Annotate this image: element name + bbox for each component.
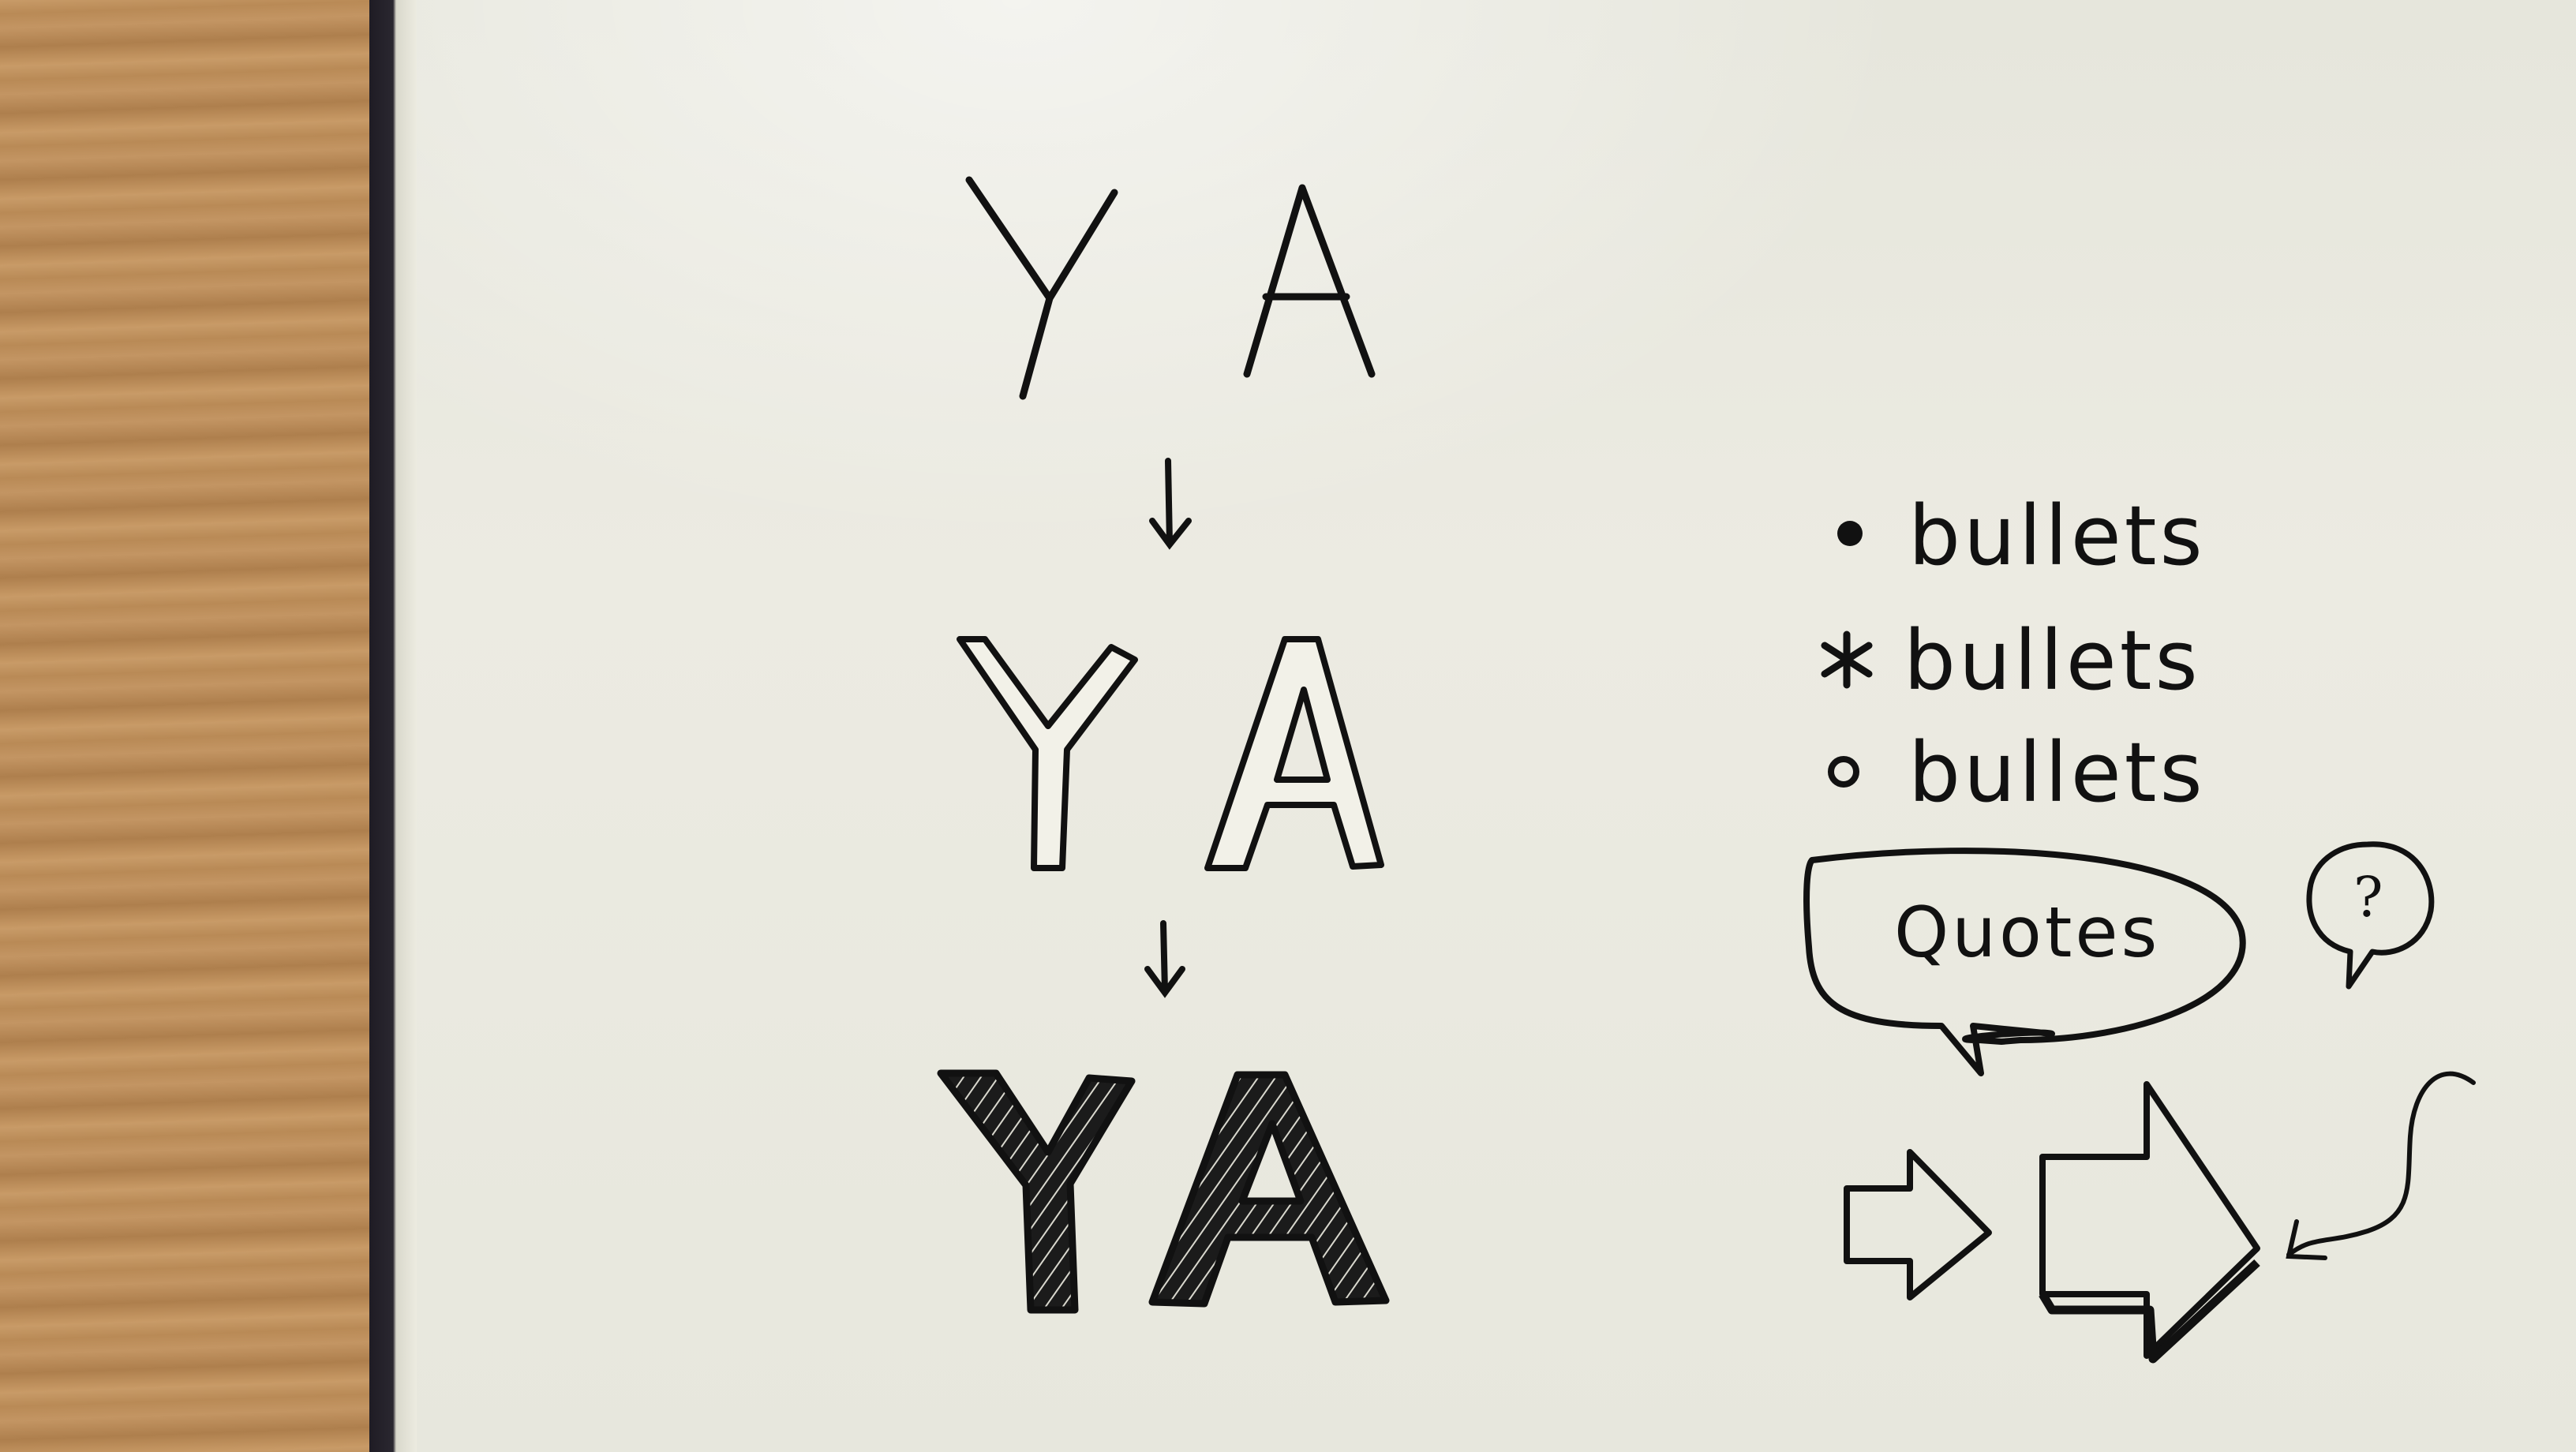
asterisk-bullet-icon bbox=[1821, 631, 1873, 689]
down-arrow-icon bbox=[1144, 920, 1185, 998]
bullet-item-3: bullets bbox=[1908, 724, 2206, 821]
stage3-label: YA bbox=[939, 1065, 1397, 1318]
question-bubble-text: ? bbox=[2353, 865, 2383, 930]
circle-bullet-icon bbox=[1828, 756, 1859, 788]
stage2-label: YA bbox=[955, 631, 1397, 876]
bullet-item-1: bullets bbox=[1908, 488, 2206, 584]
small-right-arrow-icon bbox=[1844, 1149, 1992, 1300]
big-right-arrow-icon bbox=[2039, 1081, 2260, 1364]
dot-bullet-icon bbox=[1837, 521, 1863, 546]
curly-arrow-icon bbox=[2286, 1071, 2476, 1260]
quote-bubble-text: Quotes bbox=[1894, 892, 2161, 973]
stage1-label: YA bbox=[963, 174, 1389, 402]
down-arrow-icon bbox=[1149, 458, 1192, 550]
bullet-item-2: bullets bbox=[1904, 612, 2201, 709]
